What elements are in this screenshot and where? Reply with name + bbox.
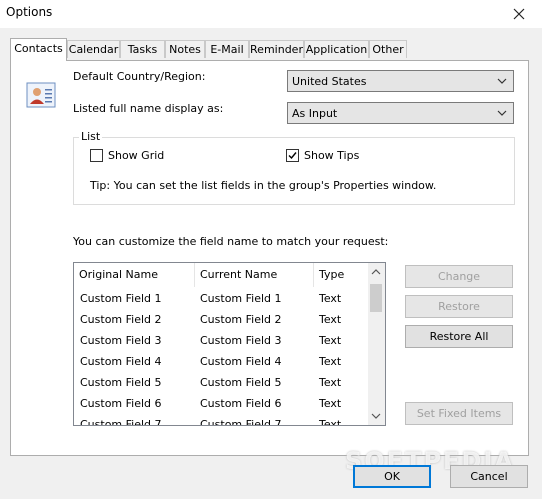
- cell-type: Text: [319, 376, 342, 389]
- cell-original: Custom Field 1: [80, 292, 162, 305]
- cell-original: Custom Field 6: [80, 397, 162, 410]
- column-header-current[interactable]: Current Name: [195, 263, 314, 287]
- show-grid-checkbox[interactable]: [90, 149, 103, 162]
- cell-type: Text: [319, 355, 342, 368]
- cell-type: Text: [319, 418, 342, 426]
- list-group-title: List: [79, 130, 103, 143]
- title-bar: Options: [0, 0, 542, 28]
- checkmark-icon: [288, 152, 297, 160]
- chevron-down-icon: [497, 78, 507, 84]
- country-select[interactable]: United States: [287, 70, 514, 92]
- cell-current: Custom Field 5: [200, 376, 282, 389]
- vertical-scrollbar[interactable]: [368, 263, 385, 425]
- cell-current: Custom Field 3: [200, 334, 282, 347]
- scroll-down-icon[interactable]: [371, 412, 381, 420]
- tab-reminder[interactable]: Reminder: [249, 40, 304, 58]
- tab-notes[interactable]: Notes: [165, 40, 205, 58]
- column-header-original[interactable]: Original Name: [74, 263, 195, 287]
- column-header-type[interactable]: Type: [314, 263, 369, 287]
- cell-type: Text: [319, 397, 342, 410]
- cell-type: Text: [319, 313, 342, 326]
- cell-current: Custom Field 4: [200, 355, 282, 368]
- restore-button[interactable]: Restore: [405, 295, 513, 318]
- change-button[interactable]: Change: [405, 265, 513, 288]
- show-grid-label: Show Grid: [108, 149, 165, 162]
- tab-tasks[interactable]: Tasks: [120, 40, 165, 58]
- cancel-button[interactable]: Cancel: [450, 465, 528, 488]
- list-group: [73, 137, 515, 205]
- fullname-select[interactable]: As Input: [287, 102, 514, 124]
- tab-application[interactable]: Application: [304, 40, 369, 58]
- country-value: United States: [292, 75, 367, 88]
- tab-contacts[interactable]: Contacts: [10, 38, 67, 61]
- cell-original: Custom Field 2: [80, 313, 162, 326]
- set-fixed-items-button[interactable]: Set Fixed Items: [405, 402, 513, 425]
- close-icon[interactable]: [496, 0, 542, 28]
- contact-card-icon: [26, 82, 56, 108]
- cell-current: Custom Field 7: [200, 418, 282, 426]
- restore-all-button[interactable]: Restore All: [405, 325, 513, 348]
- cell-original: Custom Field 5: [80, 376, 162, 389]
- cell-type: Text: [319, 334, 342, 347]
- tab-calendar[interactable]: Calendar: [67, 40, 120, 58]
- cell-current: Custom Field 2: [200, 313, 282, 326]
- cell-current: Custom Field 6: [200, 397, 282, 410]
- fullname-label: Listed full name display as:: [73, 102, 224, 115]
- tip-text: Tip: You can set the list fields in the …: [90, 179, 437, 192]
- cell-type: Text: [319, 292, 342, 305]
- cell-original: Custom Field 4: [80, 355, 162, 368]
- window-title: Options: [6, 5, 53, 19]
- fullname-value: As Input: [292, 107, 338, 120]
- chevron-down-icon: [497, 110, 507, 116]
- show-tips-checkbox[interactable]: [286, 149, 299, 162]
- customize-label: You can customize the field name to matc…: [73, 235, 389, 248]
- ok-button[interactable]: OK: [353, 465, 431, 488]
- cell-current: Custom Field 1: [200, 292, 282, 305]
- tab-email[interactable]: E-Mail: [205, 40, 249, 58]
- cell-original: Custom Field 3: [80, 334, 162, 347]
- tab-other[interactable]: Other: [369, 40, 407, 58]
- field-list[interactable]: Original Name Current Name Type Custom F…: [73, 262, 386, 426]
- scroll-up-icon[interactable]: [371, 268, 381, 276]
- country-label: Default Country/Region:: [73, 70, 206, 83]
- scroll-thumb[interactable]: [370, 284, 382, 312]
- show-tips-label: Show Tips: [304, 149, 360, 162]
- cell-original: Custom Field 7: [80, 418, 162, 426]
